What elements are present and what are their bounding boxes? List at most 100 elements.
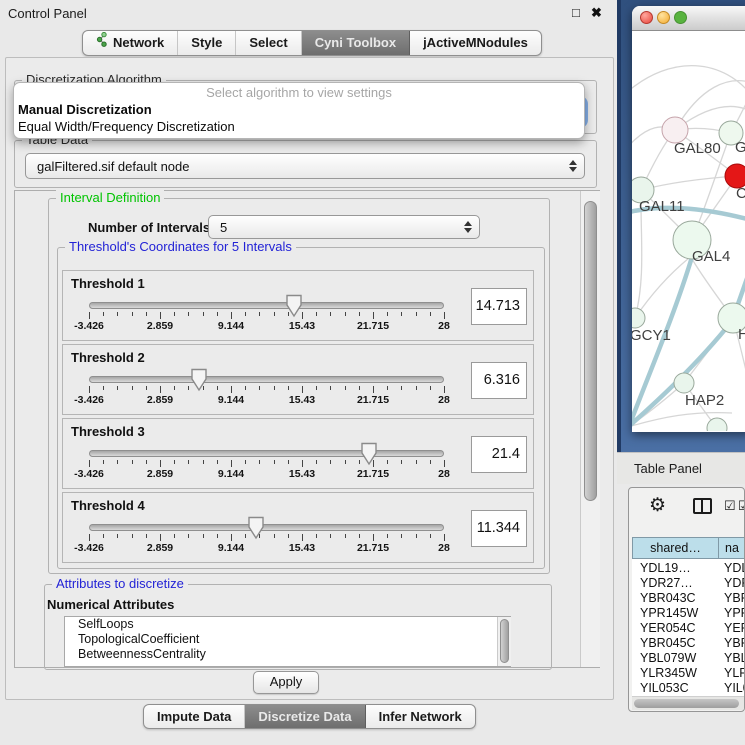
attribute-list-item[interactable]: TopologicalCoefficient	[65, 632, 510, 647]
horizontal-scrollbar[interactable]	[632, 696, 744, 710]
tab-discretize-data[interactable]: Discretize Data	[245, 705, 365, 728]
cell-name: YIL0	[724, 681, 744, 696]
checkbox-icon[interactable]: ☑	[738, 498, 745, 514]
numerical-attributes-list[interactable]: SelfLoopsTopologicalCoefficientBetweenne…	[64, 616, 511, 667]
slider-tick	[302, 460, 303, 467]
slider-tick	[217, 534, 218, 538]
scrollbar-thumb[interactable]	[584, 201, 597, 501]
threshold-value-field[interactable]: 6.316	[471, 362, 527, 399]
slider-tick-label: 2.859	[147, 468, 173, 480]
threshold-slider-track[interactable]	[89, 302, 444, 309]
slider-tick	[103, 312, 104, 316]
close-icon[interactable]: ✖	[591, 5, 602, 21]
table-data-combobox[interactable]: galFiltered.sif default node	[25, 153, 585, 179]
table-row[interactable]: YLR345WYLR3	[632, 666, 744, 681]
slider-tick	[444, 460, 445, 467]
tab-infer-network[interactable]: Infer Network	[366, 705, 475, 728]
slider-tick	[401, 534, 402, 538]
threshold-slider-thumb[interactable]	[360, 442, 378, 466]
popup-option-equal-width-frequency[interactable]: Equal Width/Frequency Discretization	[17, 118, 581, 136]
threshold-slider-track[interactable]	[89, 376, 444, 383]
tab-jactivemnodules[interactable]: jActiveMNodules	[410, 31, 541, 55]
numerical-attributes-label: Numerical Attributes	[47, 597, 174, 612]
threshold-slider-thumb[interactable]	[190, 368, 208, 392]
slider-tick-label: 21.715	[357, 394, 389, 406]
cell-shared-name: YDR27…	[640, 576, 693, 591]
table-row[interactable]: YBR045CYBR0	[632, 636, 744, 651]
threshold-label: Threshold 3	[71, 424, 145, 439]
slider-tick	[203, 312, 204, 316]
table-row[interactable]: YDL19…YDL1	[632, 561, 744, 576]
settings-vertical-scrollbar[interactable]	[580, 191, 600, 667]
attribute-list-item[interactable]: BetweennessCentrality	[65, 647, 510, 662]
slider-tick	[359, 534, 360, 538]
threshold-slider-track[interactable]	[89, 524, 444, 531]
network-window-titlebar[interactable]	[632, 6, 745, 31]
slider-tick-label: 21.715	[357, 468, 389, 480]
split-columns-icon[interactable]	[693, 498, 712, 514]
slider-tick	[345, 386, 346, 390]
slider-tick	[231, 386, 232, 393]
threshold-slider-track[interactable]	[89, 450, 444, 457]
number-of-intervals-spinner[interactable]: 5	[208, 215, 480, 239]
table-row[interactable]: YIL053CYIL0	[632, 681, 744, 696]
network-node[interactable]	[674, 373, 694, 393]
slider-tick	[444, 534, 445, 541]
attributes-list-scrollbar[interactable]	[497, 617, 511, 666]
table-row[interactable]: YBL079WYBL0	[632, 651, 744, 666]
panel-title: Control Panel	[8, 6, 87, 21]
minimize-traffic-light-icon[interactable]	[657, 11, 670, 24]
zoom-traffic-light-icon[interactable]	[674, 11, 687, 24]
cell-shared-name: YPR145W	[640, 606, 698, 621]
table-row[interactable]: YER054CYER0	[632, 621, 744, 636]
threshold-label: Threshold 1	[71, 276, 145, 291]
column-header-name[interactable]: na	[718, 537, 744, 559]
threshold-value-field[interactable]: 21.4	[471, 436, 527, 473]
slider-tick	[132, 386, 133, 390]
column-header-shared[interactable]: shared…	[632, 537, 719, 559]
attribute-list-item[interactable]: SelfLoops	[65, 617, 510, 632]
threshold-value-field[interactable]: 14.713	[471, 288, 527, 325]
tab-select[interactable]: Select	[236, 31, 301, 55]
scrollbar-thumb[interactable]	[500, 619, 509, 663]
slider-tick	[245, 460, 246, 464]
gear-icon[interactable]: ⚙	[649, 494, 666, 517]
slider-tick	[274, 312, 275, 316]
slider-tick-label: -3.426	[74, 394, 104, 406]
table-row[interactable]: YDR27…YDR2	[632, 576, 744, 591]
tab-discretize-data-label: Discretize Data	[258, 706, 351, 728]
combo-arrows-icon	[569, 160, 577, 172]
scrollbar-thumb[interactable]	[634, 699, 739, 708]
slider-tick-label: 21.715	[357, 542, 389, 554]
popup-option-manual-discretization[interactable]: Manual Discretization	[17, 101, 581, 119]
network-node[interactable]	[707, 418, 727, 431]
threshold-slider-thumb[interactable]	[285, 294, 303, 318]
apply-button[interactable]: Apply	[253, 671, 319, 694]
network-canvas[interactable]: GAL80GACGAL11GAL4GCY1HAHAP2	[632, 31, 745, 431]
close-traffic-light-icon[interactable]	[640, 11, 653, 24]
slider-tick	[373, 312, 374, 319]
network-node[interactable]	[632, 308, 645, 328]
tab-infer-network-label: Infer Network	[379, 706, 462, 728]
slider-tick	[132, 460, 133, 464]
slider-tick	[146, 312, 147, 316]
checkbox-icon[interactable]: ☑	[724, 498, 736, 514]
table-row[interactable]: YBR043CYBR0	[632, 591, 744, 606]
slider-tick	[231, 534, 232, 541]
table-panel: ⚙ ☑ ☑ shared… na YDL19…YDL1YDR27…YDR2YBR…	[628, 487, 745, 712]
network-edge	[641, 176, 737, 190]
slider-tick	[274, 534, 275, 538]
threshold-value-field[interactable]: 11.344	[471, 510, 527, 547]
tab-cyni-toolbox[interactable]: Cyni Toolbox	[302, 31, 410, 55]
tab-impute-data[interactable]: Impute Data	[144, 705, 245, 728]
cell-shared-name: YBR043C	[640, 591, 696, 606]
float-window-icon[interactable]: □	[572, 5, 580, 20]
table-panel-titlebar: Table Panel	[617, 452, 745, 484]
algorithm-dropdown-popup: Select algorithm to view settings Manual…	[13, 82, 585, 139]
table-row[interactable]: YPR145WYPR1	[632, 606, 744, 621]
slider-tick	[160, 534, 161, 541]
threshold-slider-thumb[interactable]	[247, 516, 265, 540]
tab-style[interactable]: Style	[178, 31, 236, 55]
tab-network[interactable]: Network	[83, 31, 178, 55]
slider-tick	[259, 460, 260, 464]
